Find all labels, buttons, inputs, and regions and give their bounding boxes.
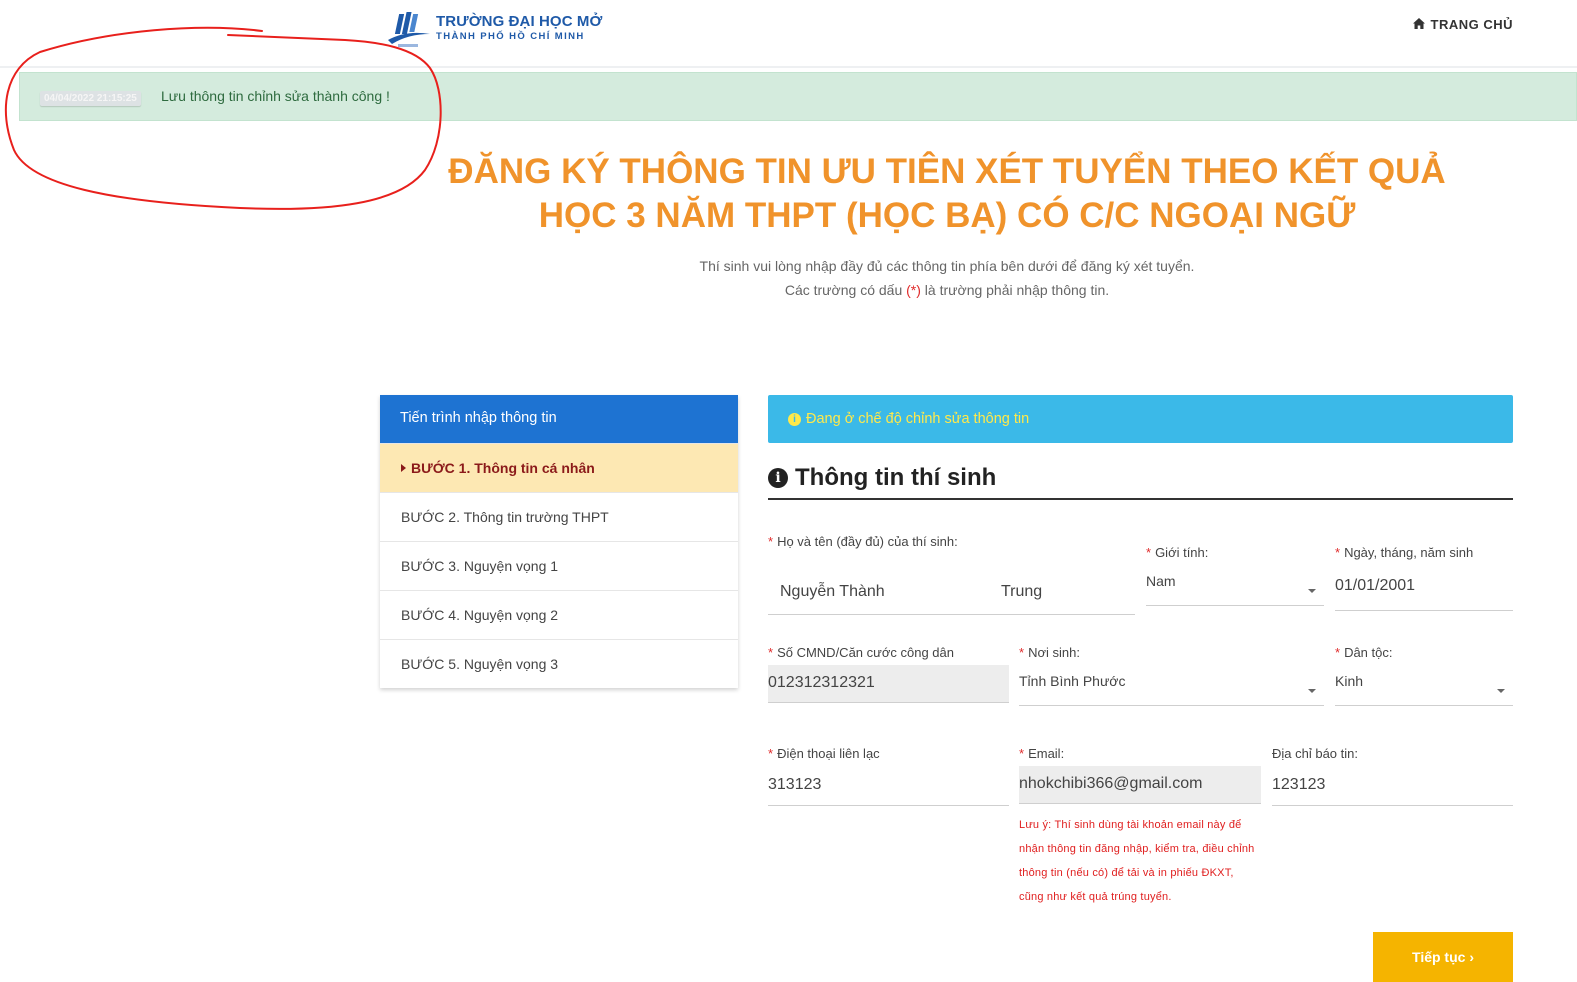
nav-home-link[interactable]: TRANG CHỦ xyxy=(1412,17,1514,32)
info-bar-text: Đang ở chế độ chỉnh sửa thông tin xyxy=(806,411,1030,427)
birthplace-field: * Nơi sinh: Tỉnh Bình Phước xyxy=(1019,645,1324,706)
ethnicity-select[interactable]: Kinh xyxy=(1335,666,1513,706)
first-name-input[interactable]: Trung xyxy=(1001,583,1042,601)
caret-right-icon xyxy=(401,464,406,472)
edit-mode-info-bar: i Đang ở chế độ chỉnh sửa thông tin xyxy=(768,395,1513,443)
ethnicity-value: Kinh xyxy=(1335,673,1364,689)
email-input[interactable]: nhokchibi366@gmail.com xyxy=(1019,766,1261,804)
last-middle-name-input[interactable]: Nguyễn Thành xyxy=(780,583,885,601)
required-marker: * xyxy=(1019,645,1025,660)
birthplace-value: Tỉnh Bình Phước xyxy=(1019,673,1126,689)
logo-subtitle: THÀNH PHỐ HỒ CHÍ MINH xyxy=(436,31,585,42)
required-marker: * xyxy=(1019,746,1025,761)
subtitle-text: Các trường có dấu xyxy=(784,282,903,298)
logo-emblem-icon xyxy=(386,10,432,50)
required-marker: * xyxy=(768,534,774,549)
dob-label: * Ngày, tháng, năm sinh xyxy=(1335,545,1513,560)
required-marker: * xyxy=(1335,545,1341,560)
label-text: Giới tính: xyxy=(1155,545,1209,560)
birthplace-label: * Nơi sinh: xyxy=(1019,645,1324,660)
id-number-input[interactable]: 012312312321 xyxy=(768,665,1009,703)
required-marker: (*) xyxy=(906,282,921,298)
label-text: Nơi sinh: xyxy=(1028,645,1080,660)
step-4-wish-2[interactable]: BƯỚC 4. Nguyện vọng 2 xyxy=(380,590,738,639)
gender-select[interactable]: Nam xyxy=(1146,566,1324,606)
step-label: BƯỚC 4. Nguyện vọng 2 xyxy=(401,607,559,623)
email-field: * Email: nhokchibi366@gmail.com xyxy=(1019,746,1261,804)
required-marker: * xyxy=(1146,545,1152,560)
subtitle-line1: Thí sinh vui lòng nhập đầy đủ các thông … xyxy=(699,258,1195,274)
gender-label: * Giới tính: xyxy=(1146,545,1324,560)
phone-label: * Điện thoại liên lạc xyxy=(768,746,1009,761)
step-2-high-school[interactable]: BƯỚC 2. Thông tin trường THPT xyxy=(380,492,738,541)
step-label: BƯỚC 1. Thông tin cá nhân xyxy=(411,460,595,476)
steps-header: Tiến trình nhập thông tin xyxy=(380,395,738,443)
label-text: Ngày, tháng, năm sinh xyxy=(1344,545,1474,560)
birthplace-select[interactable]: Tỉnh Bình Phước xyxy=(1019,666,1324,706)
progress-steps-panel: Tiến trình nhập thông tin BƯỚC 1. Thông … xyxy=(380,395,738,688)
ethnicity-label: * Dân tộc: xyxy=(1335,645,1513,660)
email-note: Lưu ý: Thí sinh dùng tài khoản email này… xyxy=(1019,819,1255,903)
info-circle-icon: i xyxy=(788,412,801,426)
id-number-label: * Số CMND/Căn cước công dân xyxy=(768,645,1009,660)
logo-title: TRƯỜNG ĐẠI HỌC MỞ xyxy=(436,13,603,30)
label-text: Điện thoại liên lạc xyxy=(777,746,880,761)
nav-home-label: TRANG CHỦ xyxy=(1430,17,1513,32)
phone-field: * Điện thoại liên lạc 313123 xyxy=(768,746,1009,806)
page-subtitle: Thí sinh vui lòng nhập đầy đủ các thông … xyxy=(380,254,1514,302)
id-number-field: * Số CMND/Căn cước công dân 012312312321 xyxy=(768,645,1009,703)
label-text: Email: xyxy=(1028,746,1065,761)
page-title-line2: HỌC 3 NĂM THPT (HỌC BẠ) CÓ C/C NGOẠI NGỮ xyxy=(538,196,1356,235)
subtitle-text: là trường phải nhập thông tin. xyxy=(924,282,1110,298)
label-text: Dân tộc: xyxy=(1344,645,1393,660)
top-navbar: TRƯỜNG ĐẠI HỌC MỞ THÀNH PHỐ HỒ CHÍ MINH … xyxy=(0,0,1577,68)
section-title-text: Thông tin thí sinh xyxy=(795,464,997,491)
chevron-down-icon xyxy=(1308,689,1316,693)
subtitle-line2: Các trường có dấu (*) là trường phải nhậ… xyxy=(380,278,1514,302)
section-title: i Thông tin thí sinh xyxy=(768,458,1513,500)
dob-field: * Ngày, tháng, năm sinh 01/01/2001 xyxy=(1335,545,1513,611)
info-circle-icon: i xyxy=(768,468,788,488)
label-text: Họ và tên (đầy đủ) của thí sinh: xyxy=(777,534,958,549)
page-title-line1: ĐĂNG KÝ THÔNG TIN ƯU TIÊN XÉT TUYỂN THEO… xyxy=(448,152,1446,191)
address-label: Địa chỉ báo tin: xyxy=(1272,746,1358,761)
alert-message: Lưu thông tin chỉnh sửa thành công ! xyxy=(161,88,390,104)
step-1-personal-info[interactable]: BƯỚC 1. Thông tin cá nhân xyxy=(380,443,738,492)
home-icon xyxy=(1412,17,1425,32)
university-logo[interactable]: TRƯỜNG ĐẠI HỌC MỞ THÀNH PHỐ HỒ CHÍ MINH xyxy=(386,10,602,50)
dob-input[interactable]: 01/01/2001 xyxy=(1335,569,1513,611)
page-title: ĐĂNG KÝ THÔNG TIN ƯU TIÊN XÉT TUYỂN THEO… xyxy=(380,150,1514,238)
next-button[interactable]: Tiếp tục › xyxy=(1373,932,1513,982)
step-3-wish-1[interactable]: BƯỚC 3. Nguyện vọng 1 xyxy=(380,541,738,590)
alert-timestamp: 04/04/2022 21:15:25 xyxy=(40,91,141,106)
full-name-input-group: Nguyễn Thành Trung xyxy=(768,571,1135,615)
gender-field: * Giới tính: Nam xyxy=(1146,545,1324,606)
phone-input[interactable]: 313123 xyxy=(768,766,1009,806)
address-input[interactable]: 123123 xyxy=(1272,766,1513,806)
step-label: BƯỚC 2. Thông tin trường THPT xyxy=(401,509,609,525)
step-label: BƯỚC 3. Nguyện vọng 1 xyxy=(401,558,559,574)
full-name-label: * Họ và tên (đầy đủ) của thí sinh: xyxy=(768,534,1135,549)
email-label: * Email: xyxy=(1019,746,1261,761)
chevron-down-icon xyxy=(1308,589,1316,593)
step-5-wish-3[interactable]: BƯỚC 5. Nguyện vọng 3 xyxy=(380,639,738,688)
required-marker: * xyxy=(1335,645,1341,660)
step-label: BƯỚC 5. Nguyện vọng 3 xyxy=(401,656,559,672)
address-field: Địa chỉ báo tin: 123123 xyxy=(1272,746,1513,806)
required-marker: * xyxy=(768,746,774,761)
chevron-down-icon xyxy=(1497,689,1505,693)
ethnicity-field: * Dân tộc: Kinh xyxy=(1335,645,1513,706)
label-text: Số CMND/Căn cước công dân xyxy=(777,645,954,660)
success-alert: 04/04/2022 21:15:25 Lưu thông tin chỉnh … xyxy=(19,72,1577,121)
full-name-field: * Họ và tên (đầy đủ) của thí sinh: Nguyễn… xyxy=(768,534,1135,615)
required-marker: * xyxy=(768,645,774,660)
gender-value: Nam xyxy=(1146,573,1176,589)
